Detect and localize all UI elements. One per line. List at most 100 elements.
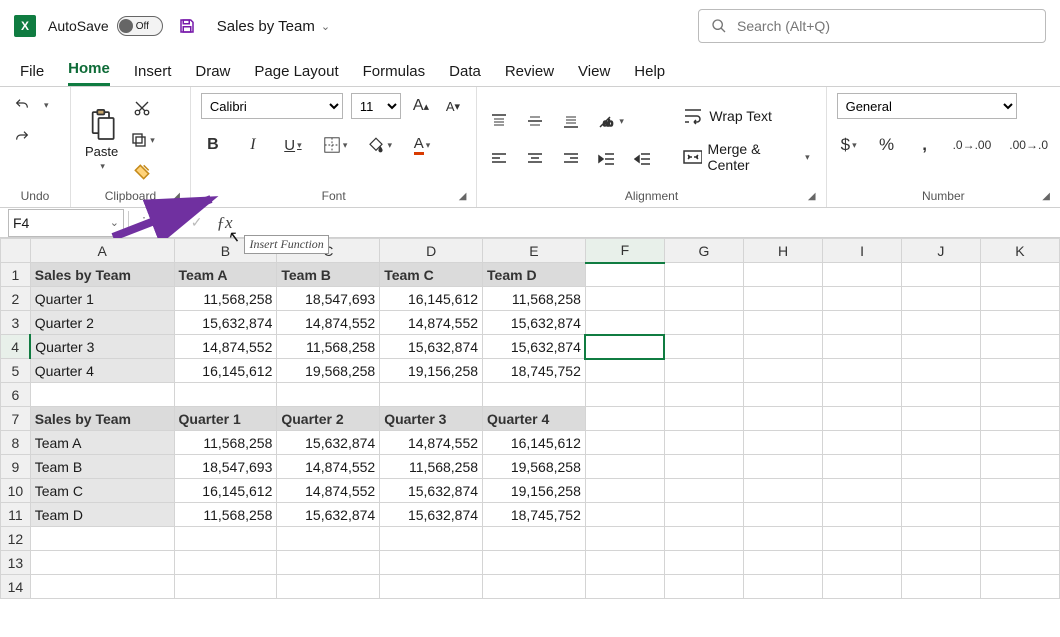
decrease-decimal-icon[interactable]: .00→.0 (1007, 133, 1050, 157)
cell-B3[interactable]: 15,632,874 (174, 311, 277, 335)
tab-file[interactable]: File (20, 63, 44, 86)
fill-color-button[interactable]: ▾ (365, 133, 394, 157)
cell-G9[interactable] (664, 455, 743, 479)
cell-A13[interactable] (30, 551, 174, 575)
cell-H14[interactable] (744, 575, 823, 599)
cell-G14[interactable] (664, 575, 743, 599)
search-input[interactable]: Search (Alt+Q) (698, 9, 1046, 43)
cell-B9[interactable]: 18,547,693 (174, 455, 277, 479)
cell-E2[interactable]: 11,568,258 (483, 287, 586, 311)
cell-F4[interactable] (585, 335, 664, 359)
cell-A9[interactable]: Team B (30, 455, 174, 479)
decrease-font-icon[interactable]: A▾ (441, 94, 465, 118)
cell-D1[interactable]: Team C (380, 263, 483, 287)
font-name-select[interactable]: Calibri (201, 93, 343, 119)
row-header-6[interactable]: 6 (1, 383, 31, 407)
cell-H9[interactable] (744, 455, 823, 479)
cell-H4[interactable] (744, 335, 823, 359)
cell-D5[interactable]: 19,156,258 (380, 359, 483, 383)
cell-A12[interactable] (30, 527, 174, 551)
cell-C1[interactable]: Team B (277, 263, 380, 287)
format-painter-icon[interactable] (128, 160, 157, 184)
tab-insert[interactable]: Insert (134, 63, 172, 86)
cell-G7[interactable] (664, 407, 743, 431)
cell-F8[interactable] (585, 431, 664, 455)
cell-H6[interactable] (744, 383, 823, 407)
cell-D4[interactable]: 15,632,874 (380, 335, 483, 359)
cell-H11[interactable] (744, 503, 823, 527)
cell-G6[interactable] (664, 383, 743, 407)
row-header-4[interactable]: 4 (1, 335, 31, 359)
cell-I10[interactable] (823, 479, 902, 503)
column-header-K[interactable]: K (980, 239, 1059, 263)
cell-E12[interactable] (483, 527, 586, 551)
cell-C13[interactable] (277, 551, 380, 575)
cell-C4[interactable]: 11,568,258 (277, 335, 380, 359)
toggle-switch[interactable]: Off (117, 16, 163, 36)
cell-A3[interactable]: Quarter 2 (30, 311, 174, 335)
cell-K4[interactable] (980, 335, 1059, 359)
cell-J12[interactable] (901, 527, 980, 551)
redo-icon[interactable] (10, 125, 34, 149)
cell-C6[interactable] (277, 383, 380, 407)
cell-A7[interactable]: Sales by Team (30, 407, 174, 431)
formula-input[interactable] (241, 209, 1060, 237)
cell-I12[interactable] (823, 527, 902, 551)
cell-H1[interactable] (744, 263, 823, 287)
cell-J8[interactable] (901, 431, 980, 455)
cell-I1[interactable] (823, 263, 902, 287)
cell-K3[interactable] (980, 311, 1059, 335)
cell-C12[interactable] (277, 527, 380, 551)
save-icon[interactable] (175, 14, 199, 38)
cell-H13[interactable] (744, 551, 823, 575)
cell-K8[interactable] (980, 431, 1059, 455)
paste-button[interactable]: Paste ▾ (81, 106, 122, 174)
cell-D14[interactable] (380, 575, 483, 599)
merge-center-button[interactable]: Merge & Center ▾ (677, 139, 815, 175)
cell-D9[interactable]: 11,568,258 (380, 455, 483, 479)
cell-A4[interactable]: Quarter 3 (30, 335, 174, 359)
cell-J13[interactable] (901, 551, 980, 575)
number-format-select[interactable]: General (837, 93, 1017, 119)
align-left-icon[interactable] (487, 147, 511, 171)
name-box[interactable]: F4 ⌄ (8, 209, 124, 237)
cell-C9[interactable]: 14,874,552 (277, 455, 380, 479)
cell-D2[interactable]: 16,145,612 (380, 287, 483, 311)
cell-A5[interactable]: Quarter 4 (30, 359, 174, 383)
column-header-H[interactable]: H (744, 239, 823, 263)
cell-J11[interactable] (901, 503, 980, 527)
cell-I5[interactable] (823, 359, 902, 383)
cell-F11[interactable] (585, 503, 664, 527)
font-size-select[interactable]: 11 (351, 93, 401, 119)
cell-K9[interactable] (980, 455, 1059, 479)
cell-H8[interactable] (744, 431, 823, 455)
cell-J9[interactable] (901, 455, 980, 479)
column-header-E[interactable]: E (483, 239, 586, 263)
cell-C3[interactable]: 14,874,552 (277, 311, 380, 335)
bold-button[interactable]: B (201, 133, 225, 157)
cell-G3[interactable] (664, 311, 743, 335)
row-header-11[interactable]: 11 (1, 503, 31, 527)
cell-K6[interactable] (980, 383, 1059, 407)
select-all-cell[interactable] (1, 239, 31, 263)
row-header-14[interactable]: 14 (1, 575, 31, 599)
cell-C14[interactable] (277, 575, 380, 599)
cell-F5[interactable] (585, 359, 664, 383)
tab-help[interactable]: Help (634, 63, 665, 86)
row-header-12[interactable]: 12 (1, 527, 31, 551)
align-top-icon[interactable] (487, 109, 511, 133)
cell-K13[interactable] (980, 551, 1059, 575)
cell-J7[interactable] (901, 407, 980, 431)
cell-C8[interactable]: 15,632,874 (277, 431, 380, 455)
cell-A11[interactable]: Team D (30, 503, 174, 527)
cell-D7[interactable]: Quarter 3 (380, 407, 483, 431)
cell-B8[interactable]: 11,568,258 (174, 431, 277, 455)
dialog-launcher-icon[interactable]: ◢ (459, 191, 467, 202)
cell-C5[interactable]: 19,568,258 (277, 359, 380, 383)
copy-icon[interactable]: ▾ (128, 128, 157, 152)
column-header-J[interactable]: J (901, 239, 980, 263)
borders-button[interactable]: ▾ (321, 133, 350, 157)
cell-F2[interactable] (585, 287, 664, 311)
cell-K12[interactable] (980, 527, 1059, 551)
cell-F7[interactable] (585, 407, 664, 431)
